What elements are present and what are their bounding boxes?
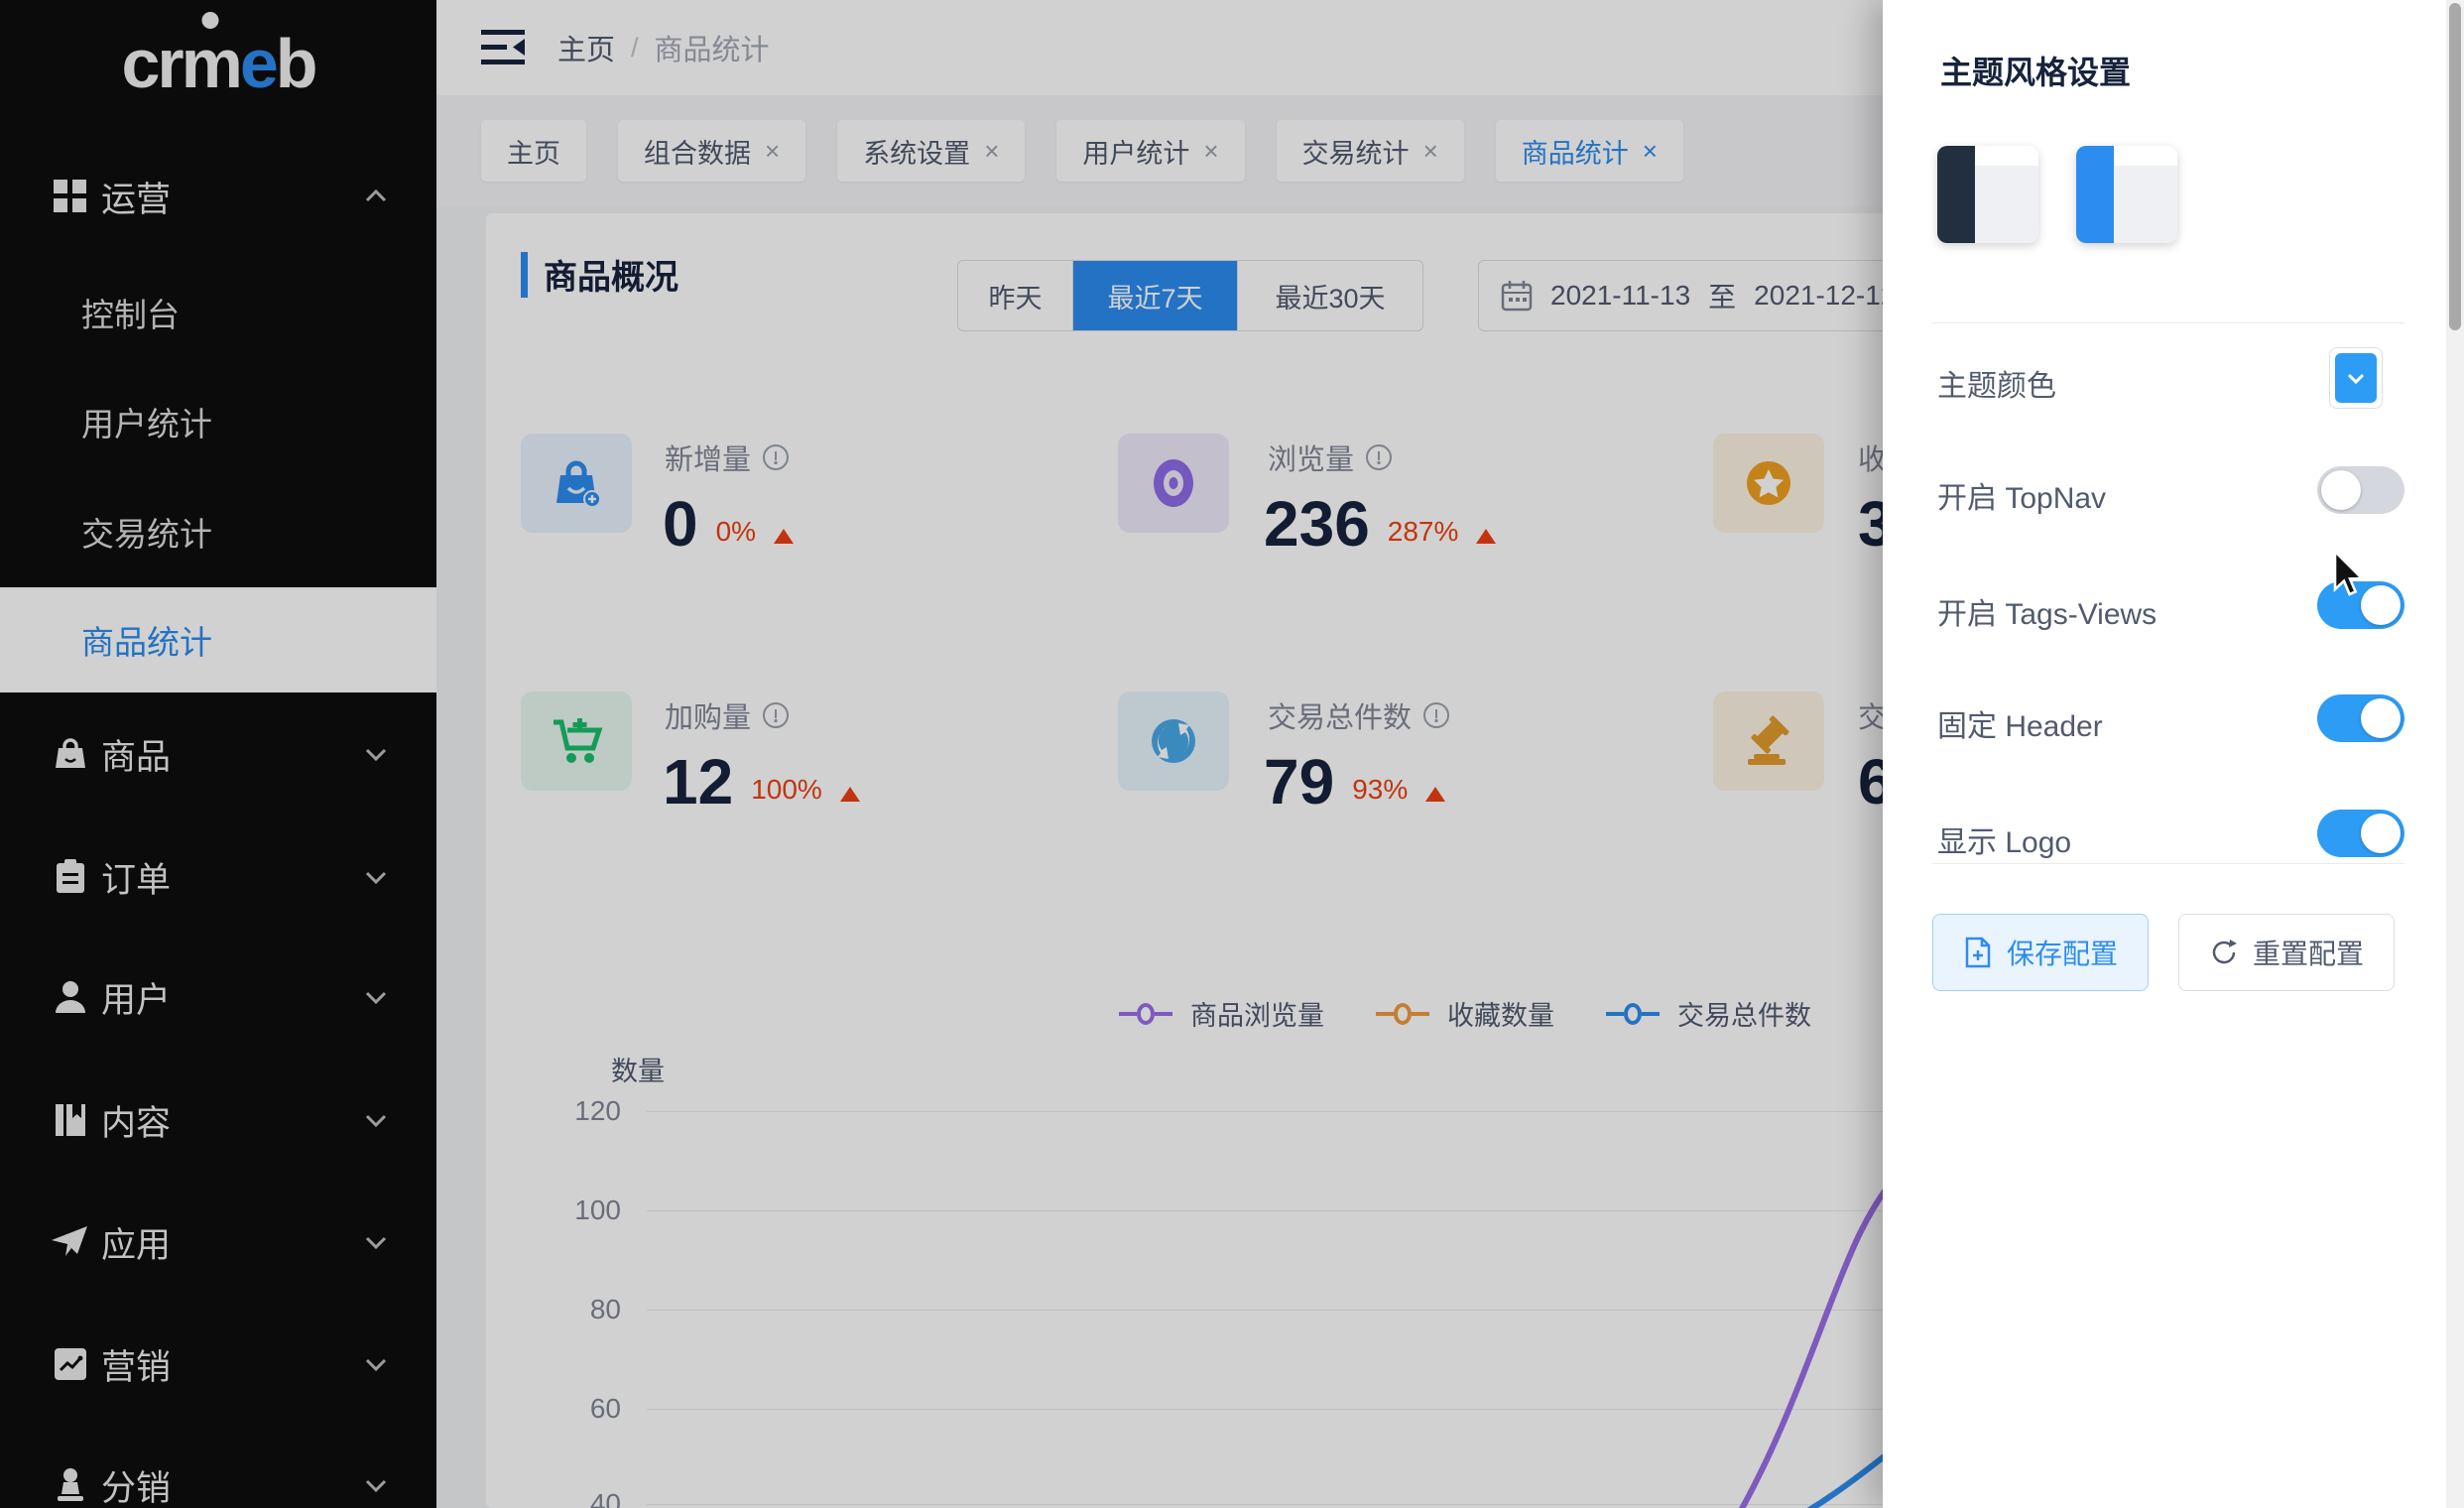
topnav-toggle[interactable]: [2317, 466, 2404, 514]
drawer-title: 主题风格设置: [1940, 48, 2131, 93]
show-logo-switch-label: 显示 Logo: [1937, 817, 2071, 861]
toggle-knob: [2361, 698, 2401, 738]
reset-config-button[interactable]: 重置配置: [2178, 914, 2395, 991]
theme-option-blue[interactable]: [2076, 146, 2177, 243]
chevron-down-icon: [2344, 366, 2368, 390]
theme-thumb-sidebar: [1937, 146, 1975, 243]
drawer-backdrop[interactable]: [0, 0, 1883, 1508]
fixed-header-toggle[interactable]: [2317, 694, 2404, 742]
topnav-switch-label: 开启 TopNav: [1937, 473, 2106, 517]
theme-option-dark[interactable]: [1937, 146, 2038, 243]
theme-thumb-sidebar: [2076, 146, 2114, 243]
divider: [1932, 863, 2404, 864]
theme-thumb-header: [1975, 146, 2038, 166]
app-root: crmeb 运营 控制台 用户统计 交易统计 商品统计 商品: [0, 0, 2464, 1508]
theme-color-select[interactable]: [2329, 347, 2383, 409]
page-scrollbar-thumb[interactable]: [2449, 3, 2461, 330]
save-config-button[interactable]: 保存配置: [1932, 914, 2149, 991]
save-config-label: 保存配置: [2007, 933, 2118, 972]
tags-views-switch-label: 开启 Tags-Views: [1937, 589, 2156, 633]
theme-thumb-header: [2114, 146, 2177, 166]
file-plus-icon: [1963, 937, 1993, 968]
show-logo-toggle[interactable]: [2317, 810, 2404, 857]
mouse-cursor: [2333, 552, 2371, 604]
fixed-header-switch-label: 固定 Header: [1937, 701, 2103, 745]
toggle-knob: [2361, 814, 2401, 853]
reset-config-label: 重置配置: [2253, 933, 2364, 972]
reset-icon: [2209, 938, 2239, 967]
divider: [1932, 322, 2404, 323]
theme-color-label: 主题颜色: [1937, 361, 2056, 405]
theme-color-swatch: [2335, 353, 2377, 403]
toggle-knob: [2321, 470, 2361, 510]
